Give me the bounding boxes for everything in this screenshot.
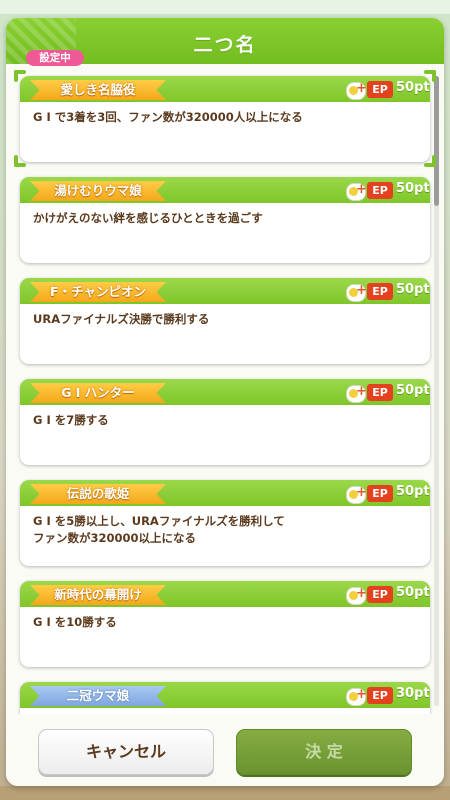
selected-badge: 設定中: [26, 50, 84, 66]
ep-points: 50pt: [396, 383, 430, 398]
title-name-ribbon: G I ハンター: [30, 383, 166, 403]
ep-coin-icon: [346, 485, 367, 504]
title-select-dialog: 二つ名 愛しき名脇役 EP 50pt G I で3着を3回、ファン数が32000…: [6, 18, 444, 786]
title-name-ribbon: 湯けむりウマ娘: [30, 181, 166, 201]
ep-coin-icon: [346, 283, 367, 302]
ep-points: 50pt: [396, 80, 430, 95]
title-name-ribbon: F・チャンピオン: [30, 282, 166, 302]
ep-coin-icon: [346, 384, 367, 403]
ep-label: EP: [367, 687, 393, 704]
ep-points: 50pt: [396, 181, 430, 196]
selection-corner-bracket: [14, 70, 26, 82]
ep-coin-icon: [346, 687, 367, 706]
ep-points: 50pt: [396, 484, 430, 499]
title-condition: G I で3着を3回、ファン数が320000人以上になる: [33, 110, 303, 124]
title-condition: かけがえのない絆を感じるひとときを過ごす: [33, 211, 263, 225]
decide-button[interactable]: 決 定: [236, 729, 412, 775]
title-card[interactable]: 二冠ウマ娘 EP 30pt: [20, 682, 430, 714]
cancel-button[interactable]: キャンセル: [38, 729, 214, 775]
background-top: [0, 0, 450, 14]
title-card[interactable]: 伝説の歌姫 EP 50pt G I を5勝以上し、URAファイナルズを勝利して …: [20, 480, 430, 566]
ep-label: EP: [367, 182, 393, 199]
ep-label: EP: [367, 81, 393, 98]
ep-points: 30pt: [396, 686, 430, 701]
title-name-ribbon: 伝説の歌姫: [30, 484, 166, 504]
ep-points: 50pt: [396, 585, 430, 600]
ep-label: EP: [367, 586, 393, 603]
title-name-ribbon: 新時代の幕開け: [30, 585, 166, 605]
selection-corner-bracket: [424, 155, 436, 167]
ep-coin-icon: [346, 81, 367, 100]
ep-label: EP: [367, 283, 393, 300]
title-condition: G I を7勝する: [33, 413, 109, 427]
background-bottom: [0, 786, 450, 800]
scrollbar-thumb[interactable]: [434, 76, 439, 206]
title-condition: G I を10勝する: [33, 615, 117, 629]
ep-coin-icon: [346, 182, 367, 201]
title-card[interactable]: F・チャンピオン EP 50pt URAファイナルズ決勝で勝利する: [20, 278, 430, 364]
ep-points: 50pt: [396, 282, 430, 297]
title-card[interactable]: 新時代の幕開け EP 50pt G I を10勝する: [20, 581, 430, 667]
title-name-ribbon: 愛しき名脇役: [30, 80, 166, 100]
title-condition: URAファイナルズ決勝で勝利する: [33, 312, 210, 326]
ep-label: EP: [367, 485, 393, 502]
ep-label: EP: [367, 384, 393, 401]
title-condition: G I を5勝以上し、URAファイナルズを勝利して ファン数が320000以上に…: [33, 514, 285, 545]
ep-coin-icon: [346, 586, 367, 605]
selection-corner-bracket: [424, 70, 436, 82]
title-list[interactable]: 愛しき名脇役 EP 50pt G I で3着を3回、ファン数が320000人以上…: [6, 64, 444, 714]
title-name-ribbon: 二冠ウマ娘: [30, 686, 166, 706]
title-card[interactable]: 湯けむりウマ娘 EP 50pt かけがえのない絆を感じるひとときを過ごす: [20, 177, 430, 263]
title-card[interactable]: 愛しき名脇役 EP 50pt G I で3着を3回、ファン数が320000人以上…: [20, 76, 430, 162]
title-card[interactable]: G I ハンター EP 50pt G I を7勝する: [20, 379, 430, 465]
dialog-footer: キャンセル 決 定: [6, 714, 444, 786]
selection-corner-bracket: [14, 155, 26, 167]
